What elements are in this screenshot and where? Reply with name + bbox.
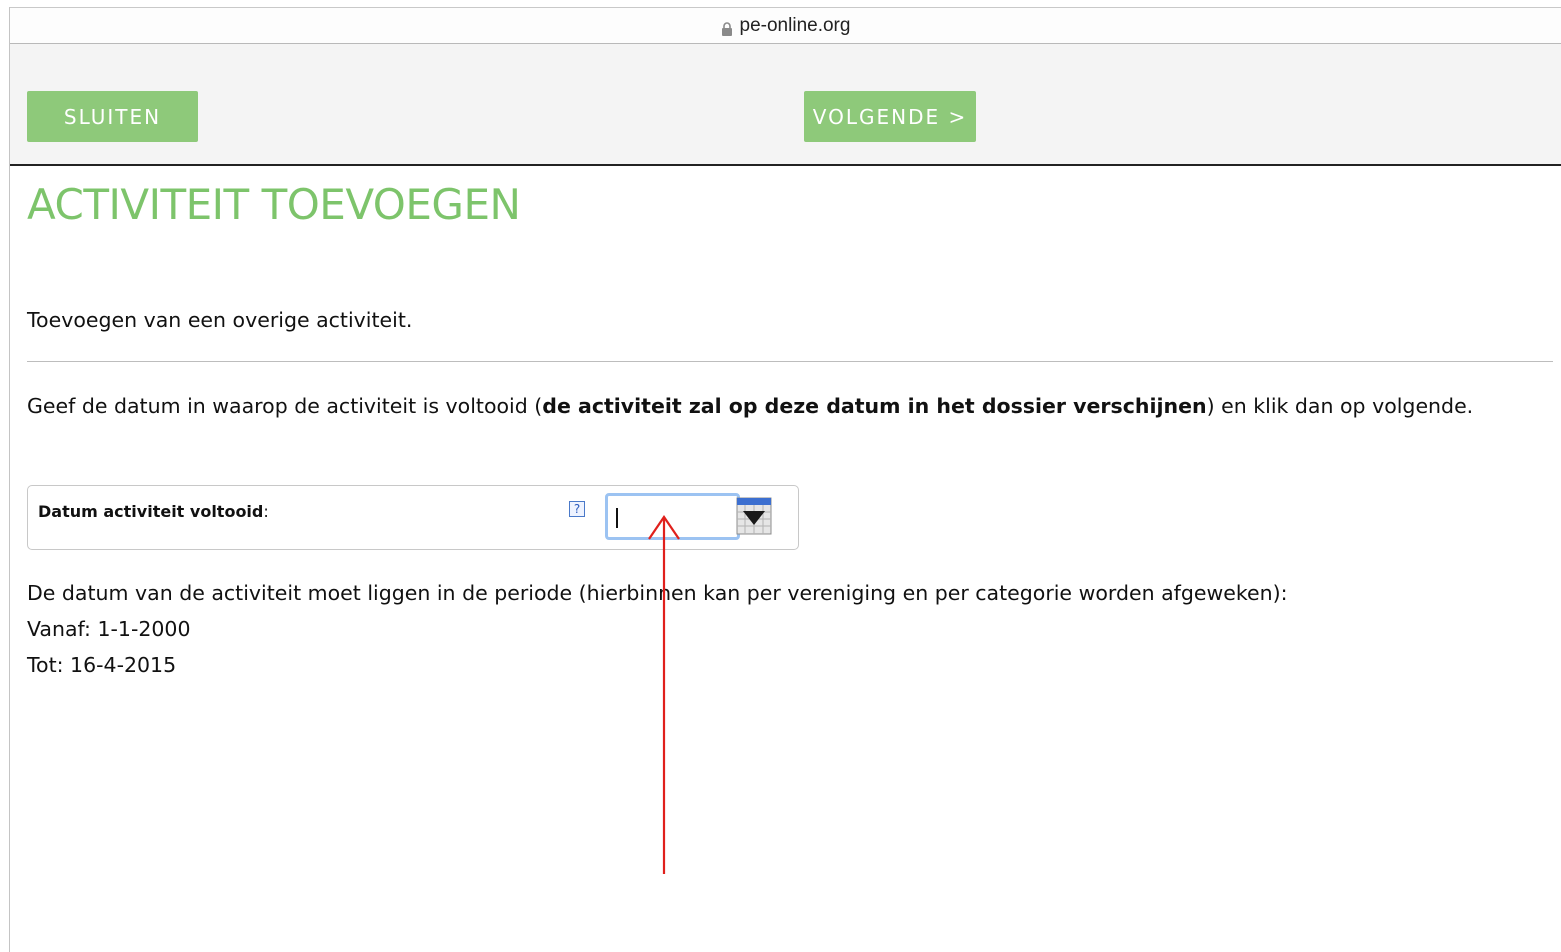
instruction-text-end: ) en klik dan op volgende. xyxy=(1206,394,1474,418)
browser-url: pe-online.org xyxy=(739,14,851,36)
instruction-text-start: Geef de datum in waarop de activiteit is… xyxy=(27,394,543,418)
calendar-icon[interactable] xyxy=(736,497,772,535)
date-field-label-colon: : xyxy=(263,502,269,521)
text-cursor xyxy=(616,508,618,528)
page-title: ACTIVITEIT TOEVOEGEN xyxy=(27,180,521,229)
date-field-label-text: Datum activiteit voltooid xyxy=(38,502,264,521)
action-toolbar: SLUITEN VOLGENDE > xyxy=(10,44,1561,166)
lock-icon xyxy=(721,20,733,36)
page: pe-online.org SLUITEN VOLGENDE > ACTIVIT… xyxy=(0,0,1561,952)
next-button[interactable]: VOLGENDE > xyxy=(804,91,976,142)
help-icon[interactable]: ? xyxy=(569,501,585,517)
instruction-text: Geef de datum in waarop de activiteit is… xyxy=(27,388,1537,424)
divider xyxy=(27,361,1553,362)
date-field-label: Datum activiteit voltooid: xyxy=(38,502,269,521)
red-arrow-annotation xyxy=(648,515,680,874)
intro-text: Toevoegen van een overige activiteit. xyxy=(27,308,413,332)
close-button[interactable]: SLUITEN xyxy=(27,91,198,142)
instruction-text-bold: de activiteit zal op deze datum in het d… xyxy=(542,394,1207,418)
browser-address-bar[interactable]: pe-online.org xyxy=(10,7,1561,44)
